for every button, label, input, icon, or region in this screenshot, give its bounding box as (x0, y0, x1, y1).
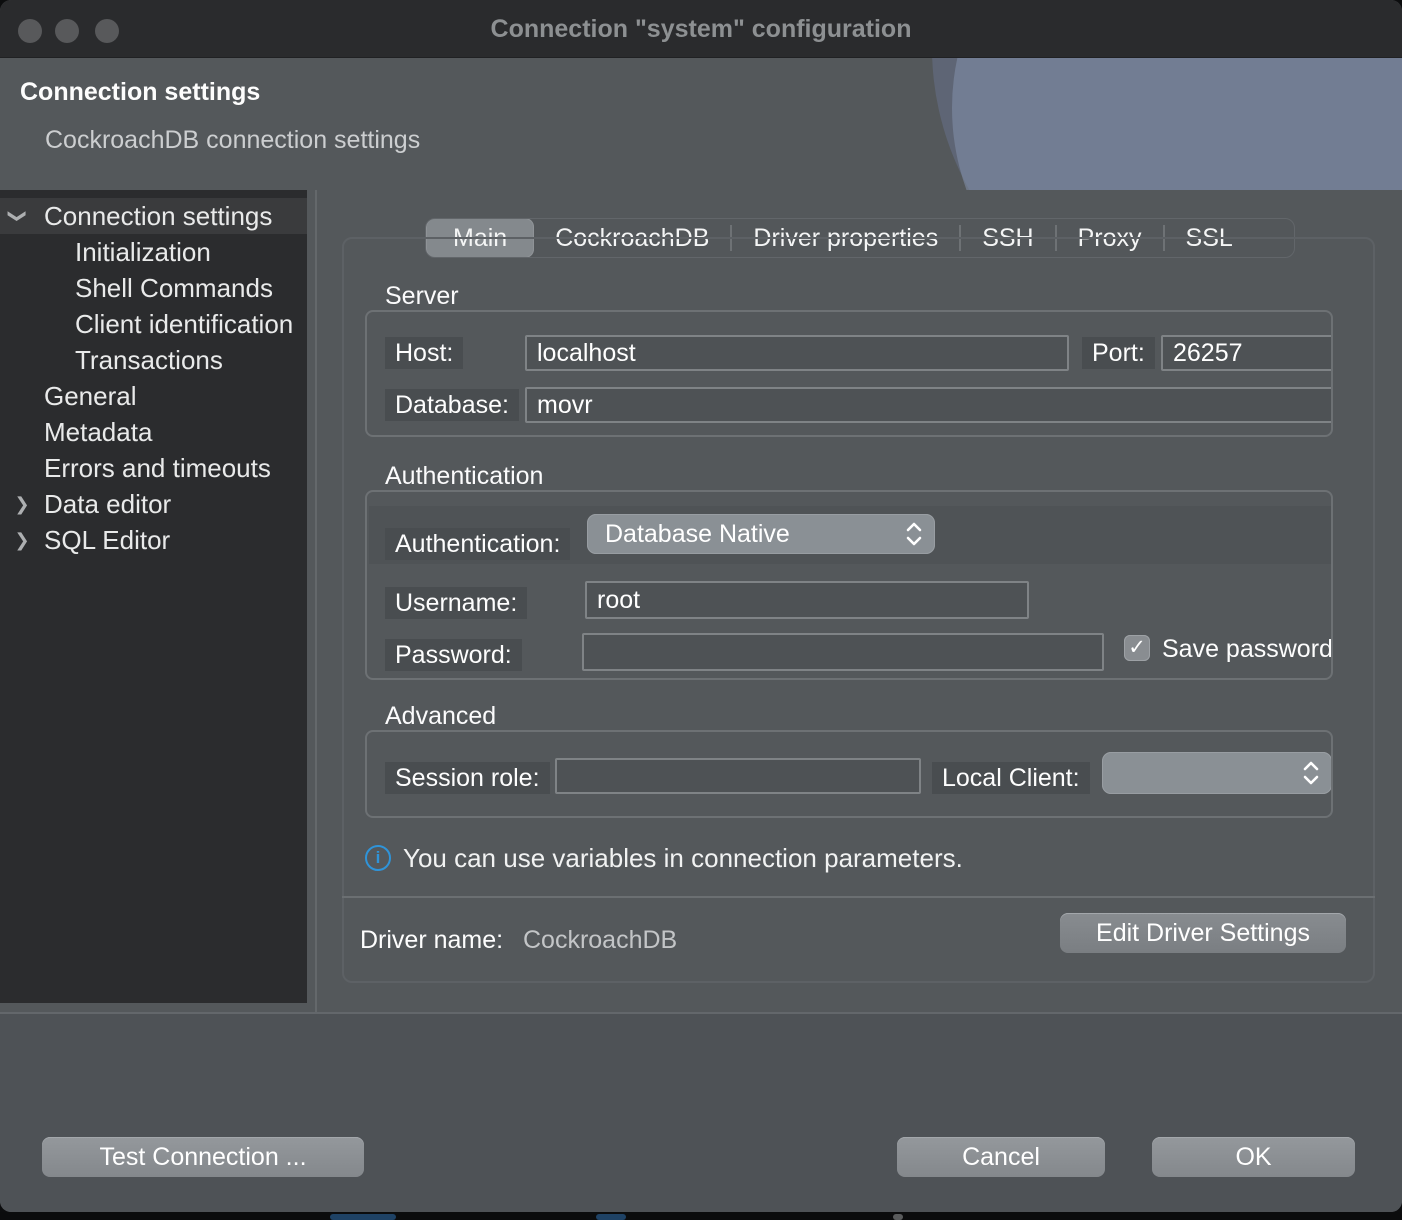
driver-name-value: CockroachDB (523, 926, 677, 955)
chevron-right-icon[interactable]: ❯ (9, 522, 35, 558)
username-label: Username: (385, 587, 527, 619)
ok-button[interactable]: OK (1152, 1137, 1355, 1177)
desktop-artifact (330, 1214, 396, 1220)
sidebar-item-shell-commands[interactable]: Shell Commands (0, 270, 307, 306)
sidebar-divider (315, 190, 317, 1012)
sidebar-item-label: Connection settings (44, 198, 272, 234)
password-label: Password: (385, 639, 522, 671)
sidebar-item-label: Client identification (75, 306, 293, 342)
dropdown-stepper-icon (1302, 759, 1320, 787)
sidebar-item-data-editor[interactable]: ❯ Data editor (0, 486, 307, 522)
sidebar-item-sql-editor[interactable]: ❯ SQL Editor (0, 522, 307, 558)
dialog-header: Connection settings CockroachDB connecti… (0, 58, 1402, 190)
driver-name-label: Driver name: (360, 926, 503, 955)
sidebar-item-label: Data editor (44, 486, 171, 522)
sidebar-item-label: Shell Commands (75, 270, 273, 306)
variables-hint-text: You can use variables in connection para… (403, 843, 963, 874)
sidebar-item-initialization[interactable]: Initialization (0, 234, 307, 270)
host-input[interactable] (525, 335, 1069, 371)
sidebar-item-label: General (44, 378, 137, 414)
sidebar-item-label: Initialization (75, 234, 211, 270)
advanced-section-label: Advanced (385, 702, 496, 731)
local-client-select[interactable] (1102, 752, 1332, 794)
sidebar-item-label: Errors and timeouts (44, 450, 271, 486)
session-role-label: Session role: (385, 762, 550, 794)
header-decoration-arc-2 (952, 58, 1402, 190)
sidebar-item-metadata[interactable]: Metadata (0, 414, 307, 450)
titlebar[interactable]: Connection "system" configuration (0, 0, 1402, 58)
desktop-artifact (893, 1214, 903, 1220)
save-password-checkbox[interactable]: ✓ (1124, 635, 1150, 661)
port-input[interactable] (1161, 335, 1333, 371)
page-title: Connection settings (20, 78, 260, 107)
sidebar-item-label: Metadata (44, 414, 152, 450)
test-connection-button[interactable]: Test Connection ... (42, 1137, 364, 1177)
authentication-select-value: Database Native (587, 520, 905, 549)
connection-configuration-dialog: Connection "system" configuration Connec… (0, 0, 1402, 1212)
authentication-label: Authentication: (385, 528, 570, 560)
page-subtitle: CockroachDB connection settings (45, 126, 420, 155)
dialog-footer: Test Connection ... Cancel OK (0, 1012, 1402, 1212)
sidebar-item-general[interactable]: General (0, 378, 307, 414)
username-input[interactable] (585, 581, 1029, 619)
port-label: Port: (1082, 337, 1155, 369)
driver-divider (342, 896, 1375, 898)
cancel-button[interactable]: Cancel (897, 1137, 1105, 1177)
session-role-input[interactable] (555, 758, 921, 794)
database-input[interactable] (525, 387, 1333, 423)
dialog-content: ❯ Connection settings Initialization She… (0, 190, 1402, 1012)
sidebar-item-transactions[interactable]: Transactions (0, 342, 307, 378)
authentication-group: Authentication: Database Native Username… (365, 490, 1333, 680)
sidebar-item-errors-and-timeouts[interactable]: Errors and timeouts (0, 450, 307, 486)
advanced-group: Session role: Local Client: (365, 730, 1333, 818)
password-input[interactable] (582, 633, 1104, 671)
sidebar-item-client-identification[interactable]: Client identification (0, 306, 307, 342)
chevron-right-icon[interactable]: ❯ (9, 486, 35, 522)
authentication-select[interactable]: Database Native (587, 514, 935, 554)
sidebar-item-label: SQL Editor (44, 522, 170, 558)
sidebar-item-connection-settings[interactable]: ❯ Connection settings (0, 198, 307, 234)
server-section-label: Server (385, 282, 459, 311)
edit-driver-settings-button[interactable]: Edit Driver Settings (1060, 913, 1346, 953)
save-password-label[interactable]: Save password (1162, 635, 1333, 664)
database-label: Database: (385, 389, 519, 421)
sidebar-item-label: Transactions (75, 342, 223, 378)
host-label: Host: (385, 337, 463, 369)
local-client-label: Local Client: (932, 762, 1090, 794)
info-icon: i (365, 845, 391, 871)
dropdown-stepper-icon (905, 520, 923, 548)
chevron-down-icon[interactable]: ❯ (0, 203, 36, 229)
desktop-background-strip (0, 1212, 1402, 1220)
server-group: Host: Port: Database: (365, 310, 1333, 437)
settings-tree: ❯ Connection settings Initialization She… (0, 190, 307, 1003)
window-title: Connection "system" configuration (0, 0, 1402, 58)
desktop-artifact (596, 1214, 626, 1220)
authentication-section-label: Authentication (385, 462, 543, 491)
